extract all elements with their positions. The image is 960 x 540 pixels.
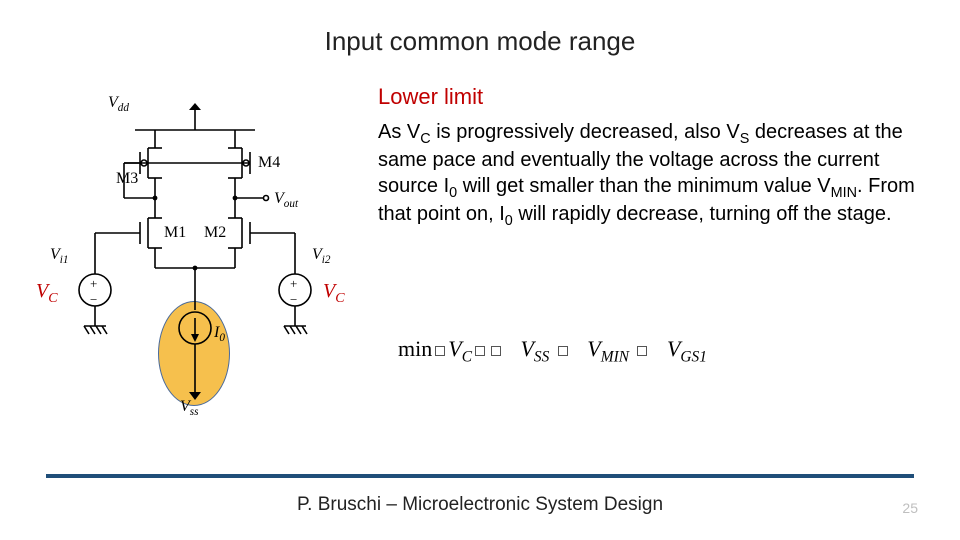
label-m2: M2 — [204, 224, 226, 242]
footer-divider — [46, 474, 914, 478]
circuit-diagram: Vdd M3 M4 Vout M1 M2 Vi1 Vi2 + − + − I0 … — [40, 100, 360, 440]
label-m4: M4 — [258, 154, 280, 172]
label-vss: Vss — [180, 398, 199, 418]
subtitle-lower-limit: Lower limit — [378, 84, 483, 110]
label-vi2: Vi2 — [312, 246, 330, 266]
label-i0: I0 — [214, 324, 225, 344]
page-number: 25 — [902, 500, 918, 516]
footer-author: P. Bruschi – Microelectronic System Desi… — [0, 494, 960, 516]
slide-title: Input common mode range — [0, 26, 960, 57]
equation-min-vc: minVC VSS VMIN VGS1 — [398, 336, 707, 366]
label-minus-right: − — [290, 292, 297, 308]
label-vdd: Vdd — [108, 94, 129, 114]
label-m3: M3 — [116, 170, 138, 188]
body-paragraph: As VC is progressively decreased, also V… — [378, 120, 918, 231]
label-vi1: Vi1 — [50, 246, 68, 266]
label-minus-left: − — [90, 292, 97, 308]
circuit-svg — [40, 100, 360, 440]
label-vc-right: VC — [323, 280, 345, 307]
label-vout: Vout — [274, 190, 298, 210]
label-vc-left: VC — [36, 280, 58, 307]
label-plus-right: + — [290, 276, 297, 292]
label-m1: M1 — [164, 224, 186, 242]
label-plus-left: + — [90, 276, 97, 292]
